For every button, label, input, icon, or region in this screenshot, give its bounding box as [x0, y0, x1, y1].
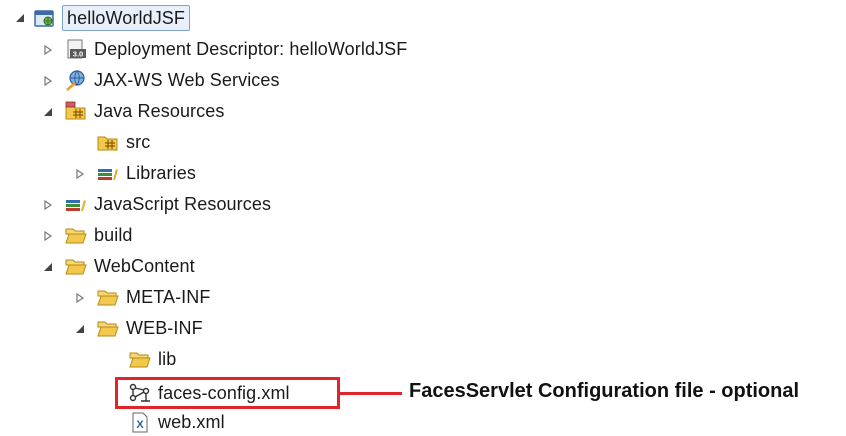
tree-item-deployment-descriptor[interactable]: 3.0 Deployment Descriptor: helloWorldJSF — [64, 35, 407, 63]
tree-item-web-inf[interactable]: WEB-INF — [96, 314, 203, 342]
expand-arrow-icon[interactable] — [74, 168, 86, 180]
tree-item-label: META-INF — [126, 287, 211, 307]
tree-item-label: build — [94, 225, 133, 245]
folder-icon — [64, 223, 88, 247]
tree-item-lib[interactable]: lib — [128, 345, 176, 373]
callout-connector — [340, 392, 402, 395]
tree-item-label: Deployment Descriptor: helloWorldJSF — [94, 39, 408, 59]
folder-icon — [128, 347, 152, 371]
tree-item-label: WebContent — [94, 256, 195, 276]
tree-item-jaxws[interactable]: JAX-WS Web Services — [64, 66, 280, 94]
expand-arrow-icon[interactable] — [42, 44, 54, 56]
web-services-icon — [64, 68, 88, 92]
expand-arrow-icon[interactable] — [42, 75, 54, 87]
collapse-arrow-icon[interactable] — [74, 323, 86, 335]
tree-item-label: helloWorldJSF — [62, 5, 191, 31]
tree-item-label: Java Resources — [94, 101, 225, 121]
tree-item-javascript-resources[interactable]: JavaScript Resources — [64, 190, 271, 218]
expand-arrow-icon[interactable] — [74, 292, 86, 304]
folder-icon — [96, 316, 120, 340]
tree-item-label: WEB-INF — [126, 318, 203, 338]
tree-item-label: JAX-WS Web Services — [94, 70, 280, 90]
collapse-arrow-icon[interactable] — [14, 12, 26, 24]
java-resources-icon — [64, 99, 88, 123]
tree-item-label: JavaScript Resources — [94, 194, 272, 214]
tree-item-web-xml[interactable]: X web.xml — [128, 408, 225, 436]
tree-item-root[interactable]: helloWorldJSF — [32, 4, 191, 32]
source-folder-icon — [96, 130, 120, 154]
tree-item-label: Libraries — [126, 163, 196, 183]
folder-icon — [64, 254, 88, 278]
svg-text:X: X — [136, 419, 144, 431]
highlight-box — [115, 377, 340, 409]
expand-arrow-icon[interactable] — [42, 230, 54, 242]
tree-item-label: web.xml — [158, 412, 225, 432]
tree-item-label: lib — [158, 349, 177, 369]
project-explorer-tree: helloWorldJSF 3.0 Deployment Descriptor:… — [0, 0, 846, 434]
javascript-resources-icon — [64, 192, 88, 216]
tree-item-java-resources[interactable]: Java Resources — [64, 97, 224, 125]
callout-annotation: FacesServlet Configuration file - option… — [409, 380, 800, 402]
collapse-arrow-icon[interactable] — [42, 261, 54, 273]
svg-text:3.0: 3.0 — [73, 50, 83, 59]
libraries-icon — [96, 161, 120, 185]
tree-item-label: src — [126, 132, 151, 152]
tree-item-src[interactable]: src — [96, 128, 150, 156]
tree-item-libraries[interactable]: Libraries — [96, 159, 196, 187]
xml-file-icon: X — [128, 410, 152, 434]
deployment-descriptor-icon: 3.0 — [64, 37, 88, 61]
folder-icon — [96, 285, 120, 309]
web-project-icon — [32, 6, 56, 30]
tree-item-meta-inf[interactable]: META-INF — [96, 283, 210, 311]
expand-arrow-icon[interactable] — [42, 199, 54, 211]
collapse-arrow-icon[interactable] — [42, 106, 54, 118]
tree-item-build[interactable]: build — [64, 221, 133, 249]
tree-item-webcontent[interactable]: WebContent — [64, 252, 195, 280]
